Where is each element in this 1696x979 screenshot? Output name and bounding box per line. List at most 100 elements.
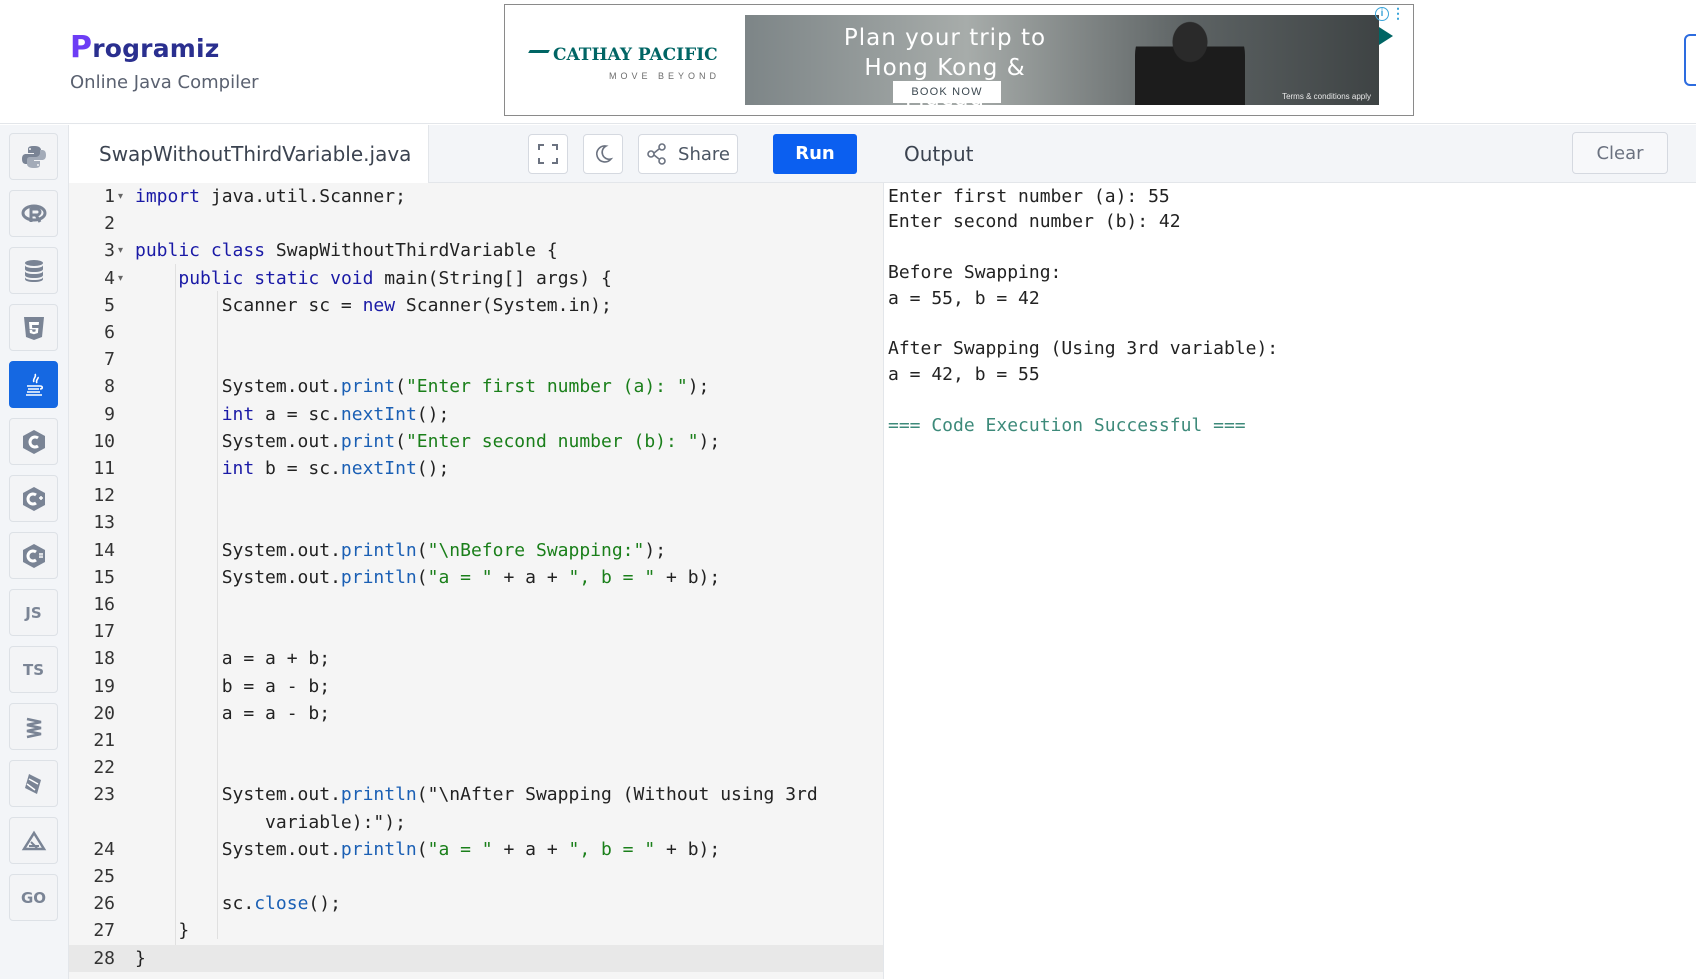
code-line[interactable]: 10 System.out.print("Enter second number…	[69, 428, 883, 455]
code-line[interactable]: 13	[69, 509, 883, 536]
clear-button[interactable]: Clear	[1572, 132, 1668, 174]
code-line[interactable]: 2	[69, 210, 883, 237]
code-line[interactable]: 14 System.out.println("\nBefore Swapping…	[69, 537, 883, 564]
output-line: Enter first number (a): 55	[888, 186, 1170, 207]
code-line[interactable]: 28}	[69, 944, 883, 972]
output-title: Output	[904, 142, 974, 166]
editor-toolbar: SwapWithoutThirdVariable.java Share Run	[69, 125, 884, 183]
fold-toggle-icon[interactable]: ▾	[118, 273, 123, 284]
line-number: 16	[93, 594, 115, 615]
dark-mode-button[interactable]	[583, 134, 623, 174]
line-number: 10	[93, 430, 115, 452]
line-number: 15	[93, 566, 115, 588]
code-line[interactable]: 25	[69, 863, 883, 890]
code-text: System.out.print("Enter second number (b…	[135, 430, 721, 452]
java-icon[interactable]	[9, 361, 58, 408]
edge-button[interactable]	[1684, 34, 1696, 86]
line-number: 23	[93, 784, 115, 806]
run-button[interactable]: Run	[773, 134, 857, 174]
code-line[interactable]: 22	[69, 754, 883, 781]
line-number: 12	[93, 485, 115, 507]
code-line[interactable]: variable):");	[69, 809, 883, 836]
share-icon	[647, 143, 666, 165]
output-line: a = 55, b = 42	[888, 287, 1040, 309]
python-icon[interactable]	[9, 133, 58, 180]
code-line[interactable]: 6	[69, 319, 883, 346]
code-line[interactable]: 15 System.out.println("a = " + a + ", b …	[69, 564, 883, 591]
line-number: 18	[93, 648, 115, 670]
code-text: public class SwapWithoutThirdVariable {	[135, 240, 558, 262]
line-number: 7	[104, 349, 115, 371]
code-line[interactable]: 26 sc.close();	[69, 890, 883, 917]
output-line: === Code Execution Successful ===	[888, 414, 1246, 436]
code-text: sc.close();	[135, 893, 341, 915]
code-line[interactable]: 18 a = a + b;	[69, 645, 883, 672]
code-text: System.out.println("a = " + a + ", b = "…	[135, 566, 721, 588]
code-text: System.out.print("Enter first number (a)…	[135, 376, 710, 398]
output-toolbar: Output Clear	[884, 125, 1696, 183]
code-line[interactable]: 27 }	[69, 917, 883, 944]
js-icon[interactable]: JS	[9, 589, 58, 636]
output-line: Before Swapping:	[888, 262, 1062, 284]
code-line[interactable]: 4 ▾ public static void main(String[] args…	[69, 265, 883, 292]
code-line[interactable]: 21	[69, 727, 883, 754]
advertisement-banner[interactable]: CATHAY PACIFIC MOVE BEYOND Plan your tri…	[504, 4, 1414, 116]
ad-photo-person	[1135, 15, 1245, 105]
ad-menu-icon[interactable]: ⋮	[1391, 5, 1405, 22]
html5-icon[interactable]	[9, 304, 58, 351]
code-text: System.out.println("\nBefore Swapping:")…	[135, 539, 667, 561]
line-number: 17	[93, 621, 115, 643]
line-number: 20	[93, 702, 115, 724]
code-line[interactable]: 1 ▾ import java.util.Scanner;	[69, 183, 883, 210]
cpp-icon[interactable]	[9, 475, 58, 522]
code-text: import java.util.Scanner;	[135, 186, 406, 207]
code-line[interactable]: 3 ▾ public class SwapWithoutThirdVariable …	[69, 237, 883, 264]
fold-toggle-icon[interactable]: ▾	[118, 191, 123, 202]
line-number: 27	[93, 920, 115, 942]
database-icon[interactable]	[9, 247, 58, 294]
code-line[interactable]: 16	[69, 591, 883, 618]
code-text: variable):");	[135, 811, 406, 833]
rust-icon[interactable]	[9, 817, 58, 864]
cathay-swoosh-icon	[524, 50, 550, 60]
kotlin-icon[interactable]	[9, 760, 58, 807]
code-text: public static void main(String[] args) {	[178, 267, 612, 289]
fold-toggle-icon[interactable]: ▾	[118, 245, 123, 256]
page-subtitle: Online Java Compiler	[70, 72, 259, 93]
code-line[interactable]: 9 int a = sc.nextInt();	[69, 401, 883, 428]
code-line[interactable]: 12	[69, 482, 883, 509]
code-line[interactable]: 24 System.out.println("a = " + a + ", b …	[69, 836, 883, 863]
go-icon[interactable]: GO	[9, 874, 58, 921]
code-editor[interactable]: 1 ▾ import java.util.Scanner; 2 3 ▾ public cla…	[69, 183, 884, 979]
csharp-icon[interactable]	[9, 532, 58, 579]
c-icon[interactable]	[9, 418, 58, 465]
code-line[interactable]: 7	[69, 346, 883, 373]
code-text: int b = sc.nextInt();	[221, 458, 450, 479]
language-sidebar: JS TS GO	[0, 125, 69, 979]
programiz-logo[interactable]: Programiz	[70, 30, 220, 65]
code-line[interactable]: 23 System.out.println("\nAfter Swapping …	[69, 781, 883, 808]
info-icon[interactable]: i	[1375, 7, 1389, 21]
output-line: After Swapping (Using 3rd variable):	[888, 338, 1279, 360]
file-tab[interactable]: SwapWithoutThirdVariable.java	[69, 125, 429, 183]
ts-icon[interactable]: TS	[9, 646, 58, 693]
ad-book-now-button[interactable]: BOOK NOW	[893, 81, 1001, 103]
fullscreen-button[interactable]	[528, 134, 568, 174]
output-line: Enter second number (b): 42	[888, 211, 1181, 233]
code-line[interactable]: 20 a = a - b;	[69, 700, 883, 727]
code-line[interactable]: 17	[69, 618, 883, 645]
code-text: }	[135, 947, 146, 969]
code-line[interactable]: 8 System.out.print("Enter first number (…	[69, 373, 883, 400]
swift-icon[interactable]	[9, 703, 58, 750]
output-console[interactable]: Enter first number (a): 55 Enter second n…	[884, 183, 1696, 979]
share-button[interactable]: Share	[638, 134, 738, 174]
r-icon[interactable]	[9, 190, 58, 237]
code-line[interactable]: 11 int b = sc.nextInt();	[69, 455, 883, 482]
line-number: 22	[93, 757, 115, 779]
line-number: 3	[104, 240, 115, 262]
ad-image[interactable]: Plan your trip to Hong Kong & Macau BOOK…	[745, 15, 1379, 111]
line-number: 6	[104, 322, 115, 343]
code-text: System.out.println("\nAfter Swapping (Wi…	[135, 784, 818, 806]
code-line[interactable]: 19 b = a - b;	[69, 673, 883, 700]
code-line[interactable]: 5 Scanner sc = new Scanner(System.in);	[69, 292, 883, 319]
